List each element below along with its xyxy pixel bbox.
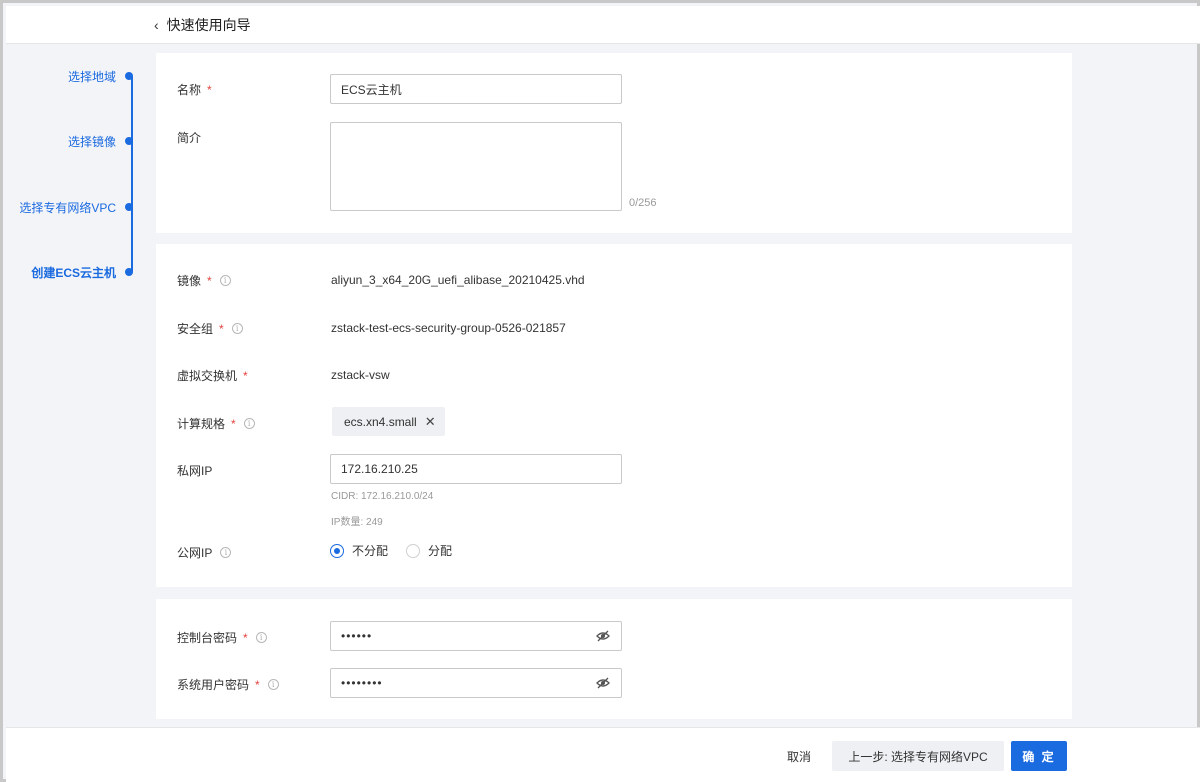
spec-label-text: 计算规格 (177, 417, 226, 431)
security-group-label-text: 安全组 (177, 322, 214, 336)
image-value: aliyun_3_x64_20G_uefi_alibase_20210425.v… (331, 273, 585, 287)
public-ip-label: 公网IP i (177, 544, 232, 561)
description-textarea[interactable] (330, 122, 622, 211)
required-mark: * (255, 677, 260, 692)
step-dot-icon (125, 137, 133, 145)
private-ip-input[interactable]: 172.16.210.25 (330, 454, 622, 484)
info-icon[interactable]: i (255, 632, 267, 643)
security-group-value: zstack-test-ecs-security-group-0526-0218… (331, 321, 566, 335)
ip-count-hint: IP数量: 249 (331, 517, 383, 528)
required-mark: * (231, 416, 236, 431)
password-panel: 控制台密码 * i •••••• 系统用户密码 * i •••••••• (156, 599, 1072, 719)
page-title: 快速使用向导 (166, 17, 251, 33)
system-password-label: 系统用户密码 * i (177, 676, 279, 693)
steps-line (131, 76, 133, 272)
console-password-value: •••••• (341, 629, 373, 643)
description-label-text: 简介 (177, 131, 202, 145)
system-password-label-text: 系统用户密码 (177, 678, 250, 692)
required-mark: * (207, 273, 212, 288)
console-password-label-text: 控制台密码 (177, 631, 238, 645)
radio-unchecked-icon (406, 543, 421, 558)
radio-label: 分配 (428, 544, 453, 558)
step-dot-icon (125, 72, 133, 80)
required-mark: * (219, 321, 224, 336)
spec-tag-text: ecs.xn4.small (344, 414, 417, 429)
required-mark: * (243, 630, 248, 645)
info-icon[interactable]: i (231, 323, 243, 334)
step-label: 选择专有网络VPC (19, 200, 116, 215)
name-input[interactable]: ECS云主机 (330, 74, 622, 104)
step-dot-icon (125, 203, 133, 211)
radio-label: 不分配 (352, 544, 389, 558)
vswitch-value: zstack-vsw (331, 368, 390, 382)
spec-tag: ecs.xn4.small ✕ (332, 407, 445, 436)
public-ip-label-text: 公网IP (177, 546, 213, 560)
eye-off-icon[interactable] (595, 675, 611, 691)
image-label-text: 镜像 (177, 274, 202, 288)
page-header: ‹ 快速使用向导 (6, 6, 1200, 44)
step-select-vpc[interactable]: 选择专有网络VPC (19, 197, 133, 217)
chevron-left-icon: ‹ (154, 17, 159, 33)
name-label: 名称 * (177, 81, 212, 98)
step-dot-icon (125, 268, 133, 276)
console-password-label: 控制台密码 * i (177, 629, 267, 646)
radio-allocate[interactable]: 分配 (406, 542, 452, 559)
cancel-button[interactable]: 取消 (776, 741, 822, 771)
previous-step-button[interactable]: 上一步: 选择专有网络VPC (832, 741, 1004, 771)
private-ip-label: 私网IP (177, 462, 212, 479)
radio-no-allocate[interactable]: 不分配 (330, 542, 388, 559)
info-icon[interactable]: i (243, 418, 255, 429)
radio-checked-icon (330, 543, 344, 558)
config-panel: 镜像 * i aliyun_3_x64_20G_uefi_alibase_20210… (156, 244, 1072, 587)
description-label: 简介 (177, 129, 201, 146)
step-create-ecs[interactable]: 创建ECS云主机 (31, 262, 133, 282)
private-ip-label-text: 私网IP (177, 464, 213, 478)
image-label: 镜像 * i (177, 272, 231, 289)
cidr-hint: CIDR: 172.16.210.0/24 (331, 491, 434, 502)
basic-info-panel: 名称 * ECS云主机 简介 0/256 (156, 53, 1072, 233)
system-password-value: •••••••• (341, 676, 383, 690)
step-label: 选择地域 (67, 69, 116, 84)
system-password-input[interactable]: •••••••• (330, 668, 622, 698)
info-icon[interactable]: i (219, 275, 231, 286)
name-label-text: 名称 (177, 83, 202, 97)
public-ip-radio-group: 不分配 分配 (330, 542, 470, 559)
step-label: 创建ECS云主机 (31, 265, 116, 280)
close-icon[interactable]: ✕ (425, 414, 436, 430)
step-select-image[interactable]: 选择镜像 (68, 131, 133, 151)
step-label: 选择镜像 (67, 134, 116, 149)
description-counter: 0/256 (629, 197, 657, 209)
console-password-input[interactable]: •••••• (330, 621, 622, 651)
required-mark: * (243, 368, 248, 383)
wizard-steps: 选择地域 选择镜像 选择专有网络VPC 创建ECS云主机 (3, 63, 143, 293)
step-select-region[interactable]: 选择地域 (68, 66, 133, 86)
confirm-button[interactable]: 确 定 (1011, 741, 1067, 771)
page-footer: 取消 上一步: 选择专有网络VPC 确 定 (6, 727, 1200, 782)
required-mark: * (207, 82, 212, 97)
security-group-label: 安全组 * i (177, 320, 243, 337)
spec-label: 计算规格 * i (177, 415, 255, 432)
window-frame: ‹ 快速使用向导 选择地域 选择镜像 选择专有网络VPC 创建ECS云主机 名称… (0, 0, 1200, 782)
info-icon[interactable]: i (220, 547, 232, 558)
info-icon[interactable]: i (267, 679, 279, 690)
back-link[interactable]: ‹ 快速使用向导 (154, 14, 251, 36)
vswitch-label: 虚拟交换机 * (177, 367, 248, 384)
vswitch-label-text: 虚拟交换机 (177, 369, 238, 383)
eye-off-icon[interactable] (595, 628, 611, 644)
